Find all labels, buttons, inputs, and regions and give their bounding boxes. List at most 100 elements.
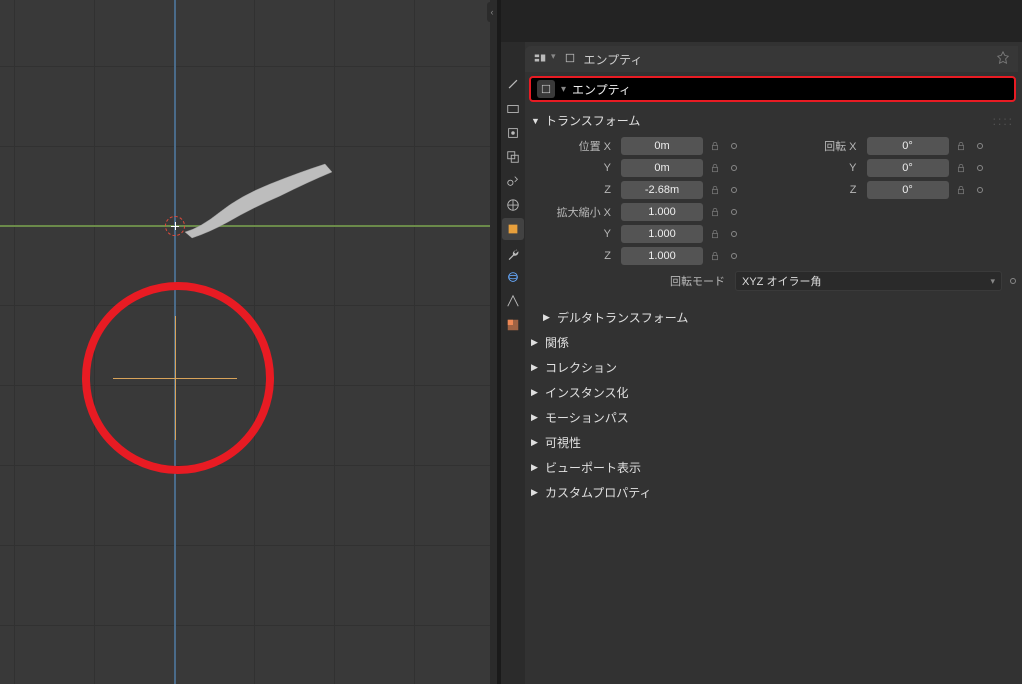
scale-x-value[interactable]: 1.000 [621, 203, 703, 221]
scale-z-value[interactable]: 1.000 [621, 247, 703, 265]
panel-visibility[interactable]: ▶ 可視性 [529, 430, 1016, 455]
rotation-x-value[interactable]: 0° [867, 137, 949, 155]
grid-line [334, 0, 335, 684]
grid-line [14, 0, 15, 684]
lock-icon[interactable] [707, 182, 723, 198]
data-tab[interactable] [502, 314, 524, 336]
lock-icon[interactable] [707, 138, 723, 154]
panel-delta[interactable]: ▶ デルタトランスフォーム [529, 305, 1016, 330]
chevron-down-icon: ▾ [990, 276, 995, 287]
panel-custom[interactable]: ▶ カスタムプロパティ [529, 480, 1016, 505]
disclosure-icon: ▶ [531, 462, 541, 473]
location-x-row: 位置 X 0m [541, 135, 771, 157]
grid-line [0, 305, 497, 306]
panel-transform[interactable]: ▼ トランスフォーム :::: [529, 108, 1016, 133]
properties-tabs [501, 42, 525, 684]
lock-icon[interactable] [953, 138, 969, 154]
keyframe-dot[interactable] [977, 165, 983, 171]
lock-icon[interactable] [707, 204, 723, 220]
keyframe-dot[interactable] [731, 253, 737, 259]
object-tab[interactable] [502, 218, 524, 240]
panel-title: 可視性 [545, 434, 581, 451]
keyframe-dot[interactable] [731, 209, 737, 215]
scale-y-value[interactable]: 1.000 [621, 225, 703, 243]
output-tab[interactable] [502, 122, 524, 144]
pin-icon[interactable] [996, 51, 1010, 68]
panel-title: トランスフォーム [545, 112, 640, 129]
disclosure-icon: ▶ [531, 412, 541, 423]
mesh-object[interactable] [180, 160, 340, 240]
rotation-z-value[interactable]: 0° [867, 181, 949, 199]
render-tab[interactable] [502, 98, 524, 120]
disclosure-icon: ▶ [531, 387, 541, 398]
keyframe-dot[interactable] [1010, 278, 1016, 284]
location-z-value[interactable]: -2.68m [621, 181, 703, 199]
panel-title: デルタトランスフォーム [557, 309, 688, 326]
panel-title: モーションパス [545, 409, 629, 426]
grid-line [0, 146, 497, 147]
panel-title: コレクション [545, 359, 617, 376]
crumb-label: エンプティ [584, 51, 643, 68]
panel-title: ビューポート表示 [545, 459, 641, 476]
datablock-icon[interactable] [537, 80, 555, 98]
scale-z-row: Z 1.000 [541, 245, 771, 267]
lock-icon[interactable] [953, 160, 969, 176]
top-area [501, 0, 1022, 42]
modifier-tab[interactable] [502, 242, 524, 264]
physics-tab[interactable] [502, 266, 524, 288]
lock-icon[interactable] [707, 226, 723, 242]
grid-line [0, 66, 497, 67]
panel-viewport[interactable]: ▶ ビューポート表示 [529, 455, 1016, 480]
disclosure-icon: ▶ [531, 487, 541, 498]
chevron-down-icon[interactable]: ▾ [551, 51, 556, 68]
rotation-mode-select[interactable]: XYZ オイラー角 ▾ [735, 271, 1002, 291]
grid-line [414, 0, 415, 684]
panel-relations[interactable]: ▶関係 [529, 330, 1016, 355]
disclosure-icon: ▶ [543, 312, 553, 323]
viewport-3d[interactable]: ‹ [0, 0, 497, 684]
location-y-row: Y 0m [541, 157, 771, 179]
lock-icon[interactable] [707, 160, 723, 176]
panel-instancing[interactable]: ▶ インスタンス化 [529, 380, 1016, 405]
keyframe-dot[interactable] [731, 187, 737, 193]
disclosure-icon: ▼ [531, 116, 541, 126]
location-y-value[interactable]: 0m [621, 159, 703, 177]
panel-collection[interactable]: ▶ コレクション [529, 355, 1016, 380]
rotation-y-row: Y 0° [787, 157, 1017, 179]
tool-tab[interactable] [502, 74, 524, 96]
keyframe-dot[interactable] [731, 231, 737, 237]
sidebar-toggle[interactable]: ‹ [487, 2, 497, 22]
location-x-value[interactable]: 0m [621, 137, 703, 155]
disclosure-icon: ▶ [531, 437, 541, 448]
properties-header: ▾ エンプティ [525, 46, 1018, 72]
panel-title: 関係 [545, 334, 569, 351]
keyframe-dot[interactable] [731, 165, 737, 171]
drag-icon[interactable]: :::: [993, 114, 1014, 128]
location-z-row: Z -2.68m [541, 179, 771, 201]
panel-motion[interactable]: ▶ モーションパス [529, 405, 1016, 430]
panel-title: カスタムプロパティ [545, 484, 652, 501]
keyframe-dot[interactable] [977, 187, 983, 193]
viewlayer-tab[interactable] [502, 146, 524, 168]
chevron-down-icon[interactable]: ▾ [561, 84, 566, 95]
keyframe-dot[interactable] [731, 143, 737, 149]
viewport-sidebar[interactable] [490, 0, 497, 684]
grid-line [0, 465, 497, 466]
object-name-field[interactable]: ▾ [529, 76, 1016, 102]
constraint-tab[interactable] [502, 290, 524, 312]
grid-line [0, 545, 497, 546]
disclosure-icon: ▶ [531, 362, 541, 373]
keyframe-dot[interactable] [977, 143, 983, 149]
panel-title: インスタンス化 [545, 384, 629, 401]
rotation-y-value[interactable]: 0° [867, 159, 949, 177]
world-tab[interactable] [502, 194, 524, 216]
object-name-input[interactable] [572, 82, 1008, 96]
grid-line [0, 625, 497, 626]
rotation-mode-row: 回転モード XYZ オイラー角 ▾ [529, 267, 1016, 299]
scene-tab[interactable] [502, 170, 524, 192]
cursor-3d [165, 216, 185, 236]
lock-icon[interactable] [953, 182, 969, 198]
lock-icon[interactable] [707, 248, 723, 264]
rotation-x-row: 回転 X 0° [787, 135, 1017, 157]
editor-type-icon[interactable] [533, 51, 547, 68]
